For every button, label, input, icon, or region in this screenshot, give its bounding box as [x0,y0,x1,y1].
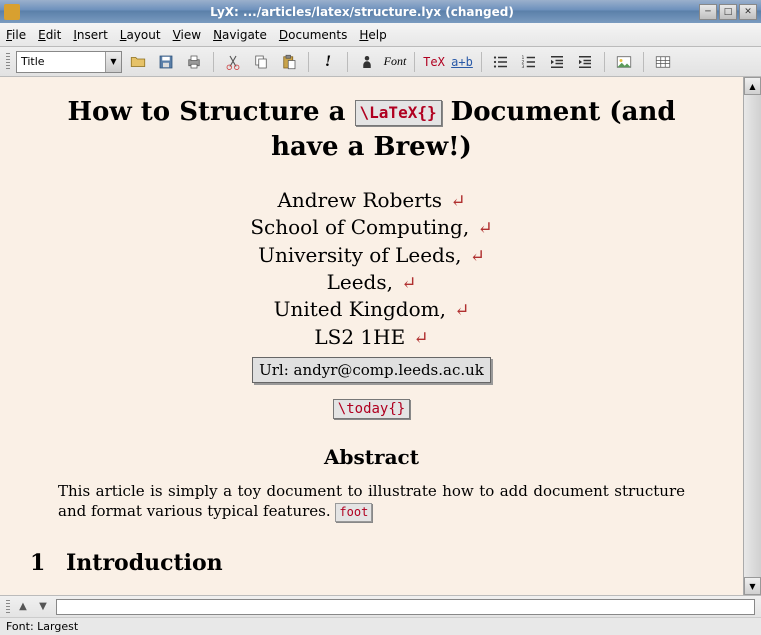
emphasize-button[interactable]: ! [316,50,340,74]
footnote-inset[interactable]: foot [335,503,372,521]
return-icon: ↵ [454,299,469,323]
window-title: LyX: .../articles/latex/structure.lyx (c… [25,5,699,19]
menu-insert[interactable]: Insert [73,28,107,42]
abstract-text: This article is simply a toy document to… [58,481,685,522]
indent-more-button[interactable] [573,50,597,74]
minimize-button[interactable]: ─ [699,4,717,20]
menu-documents[interactable]: Documents [279,28,347,42]
vertical-scrollbar[interactable]: ▲ ▼ [743,77,761,595]
app-icon [4,4,20,20]
toolbar-grip [6,53,10,71]
today-ert[interactable]: \today{} [333,399,410,419]
author-block: Andrew Roberts ↵ School of Computing, ↵ … [30,187,713,383]
list-number-button[interactable]: 123 [517,50,541,74]
svg-text:3: 3 [522,64,525,70]
scroll-up-button[interactable]: ▲ [744,77,761,95]
abstract-heading: Abstract [30,445,713,469]
paste-button[interactable] [277,50,301,74]
cut-button[interactable] [221,50,245,74]
status-font: Font: Largest [6,620,78,633]
chevron-down-icon: ▼ [105,52,121,72]
list-bullet-button[interactable] [489,50,513,74]
menu-bar: File Edit Insert Layout View Navigate Do… [0,23,761,47]
math-button[interactable]: a+b [450,50,474,74]
history-up-button[interactable]: ▲ [16,601,30,612]
paragraph-style-value: Title [17,55,105,68]
doc-title: How to Structure a \LaTeX{} Document (an… [30,95,713,165]
save-button[interactable] [154,50,178,74]
history-down-button[interactable]: ▼ [36,601,50,612]
document-page[interactable]: How to Structure a \LaTeX{} Document (an… [0,77,743,595]
menu-layout[interactable]: Layout [120,28,161,42]
close-button[interactable]: ✕ [739,4,757,20]
copy-button[interactable] [249,50,273,74]
command-bar: ▲ ▼ [0,595,761,617]
menu-view[interactable]: View [173,28,201,42]
scroll-down-button[interactable]: ▼ [744,577,761,595]
command-input[interactable] [56,599,755,615]
return-icon: ↵ [414,327,429,351]
date-field: \today{} [30,399,713,419]
latex-ert[interactable]: \LaTeX{} [355,100,442,126]
toolbar-grip [6,600,10,614]
noun-button[interactable] [355,50,379,74]
tex-button[interactable]: TeX [422,50,446,74]
return-icon: ↵ [450,190,465,214]
menu-help[interactable]: Help [359,28,386,42]
menu-file[interactable]: File [6,28,26,42]
url-inset[interactable]: Url: andyr@comp.leeds.ac.uk [252,357,491,383]
open-button[interactable] [126,50,150,74]
print-button[interactable] [182,50,206,74]
document-area: How to Structure a \LaTeX{} Document (an… [0,77,761,595]
menu-navigate[interactable]: Navigate [213,28,267,42]
return-icon: ↵ [401,272,416,296]
toolbar: Title ▼ ! Font TeX a+b 123 [0,47,761,77]
insert-table-button[interactable] [651,50,675,74]
scroll-track[interactable] [744,95,761,577]
return-icon: ↵ [478,217,493,241]
section-heading: 1Introduction [30,550,713,576]
status-bar: Font: Largest [0,617,761,635]
paragraph-style-select[interactable]: Title ▼ [16,51,122,73]
font-button[interactable]: Font [383,50,407,74]
maximize-button[interactable]: □ [719,4,737,20]
indent-less-button[interactable] [545,50,569,74]
menu-edit[interactable]: Edit [38,28,61,42]
insert-image-button[interactable] [612,50,636,74]
window-titlebar: LyX: .../articles/latex/structure.lyx (c… [0,0,761,23]
return-icon: ↵ [470,245,485,269]
